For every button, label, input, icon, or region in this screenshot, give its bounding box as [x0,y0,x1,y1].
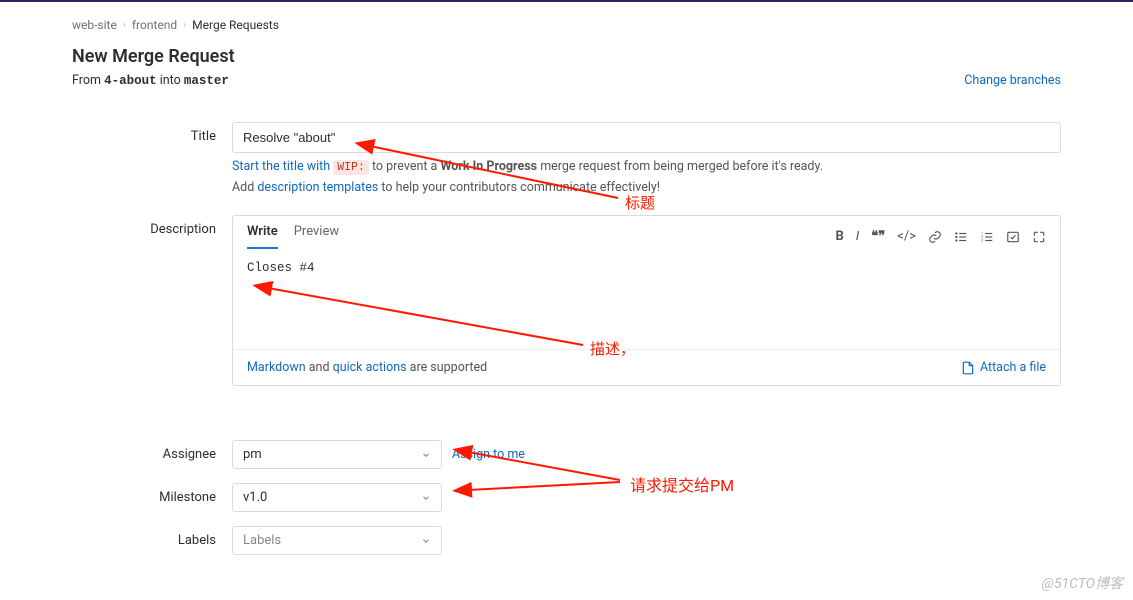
markdown-hint: Markdown and quick actions are supported [247,360,487,375]
breadcrumb-project[interactable]: web-site [72,18,117,32]
markdown-link[interactable]: Markdown [247,360,306,375]
chevron-down-icon [421,536,431,546]
assignee-label: Assignee [72,440,232,469]
page-title: New Merge Request [72,46,1061,67]
ordered-list-icon[interactable]: 123 [980,230,994,244]
description-editor: Write Preview B I ❝❞ </> 123 [232,215,1061,386]
labels-placeholder: Labels [243,533,281,548]
assign-to-me-link[interactable]: Assign to me [452,447,525,462]
italic-icon[interactable]: I [856,229,859,244]
labels-label: Labels [72,526,232,555]
chevron-down-icon [421,493,431,503]
template-hint: Add description templates to help your c… [232,180,1061,195]
link-icon[interactable] [928,230,942,244]
task-list-icon[interactable] [1006,230,1020,244]
tab-write[interactable]: Write [247,224,278,249]
bold-icon[interactable]: B [835,229,843,244]
paperclip-icon [961,361,975,375]
description-textarea[interactable]: Closes #4 [233,249,1060,349]
quick-actions-link[interactable]: quick actions [333,360,407,375]
code-icon[interactable]: </> [897,229,916,244]
milestone-value: v1.0 [243,490,267,505]
title-input[interactable] [232,122,1061,153]
tab-preview[interactable]: Preview [294,224,339,249]
attach-file-link[interactable]: Attach a file [961,360,1046,375]
description-templates-link[interactable]: description templates [257,180,378,195]
labels-select[interactable]: Labels [232,526,442,555]
wip-hint: Start the title with WIP: to prevent a W… [232,159,1061,174]
fullscreen-icon[interactable] [1032,230,1046,244]
svg-text:3: 3 [981,238,983,242]
title-label: Title [72,122,232,195]
assignee-value: pm [243,447,262,462]
bullet-list-icon[interactable] [954,230,968,244]
assignee-select[interactable]: pm [232,440,442,469]
branch-summary-row: From 4-about into master Change branches [72,73,1061,88]
chevron-down-icon [421,450,431,460]
start-title-link[interactable]: Start the title with [232,159,330,174]
description-label: Description [72,215,232,386]
toolbar-icons: B I ❝❞ </> 123 [835,229,1046,244]
milestone-label: Milestone [72,483,232,512]
change-branches-link[interactable]: Change branches [964,73,1061,88]
chevron-right-icon: › [123,20,126,31]
wip-code: WIP: [333,160,369,175]
breadcrumb-current: Merge Requests [192,18,279,32]
source-branch: 4-about [104,74,157,88]
quote-icon[interactable]: ❝❞ [871,229,885,244]
from-label: From [72,73,101,88]
breadcrumb-subgroup[interactable]: frontend [132,18,177,32]
watermark: @51CTO博客 [1042,573,1123,593]
breadcrumb: web-site › frontend › Merge Requests [72,12,1061,46]
target-branch: master [184,74,229,88]
chevron-right-icon: › [183,20,186,31]
into-label: into [160,73,181,88]
milestone-select[interactable]: v1.0 [232,483,442,512]
